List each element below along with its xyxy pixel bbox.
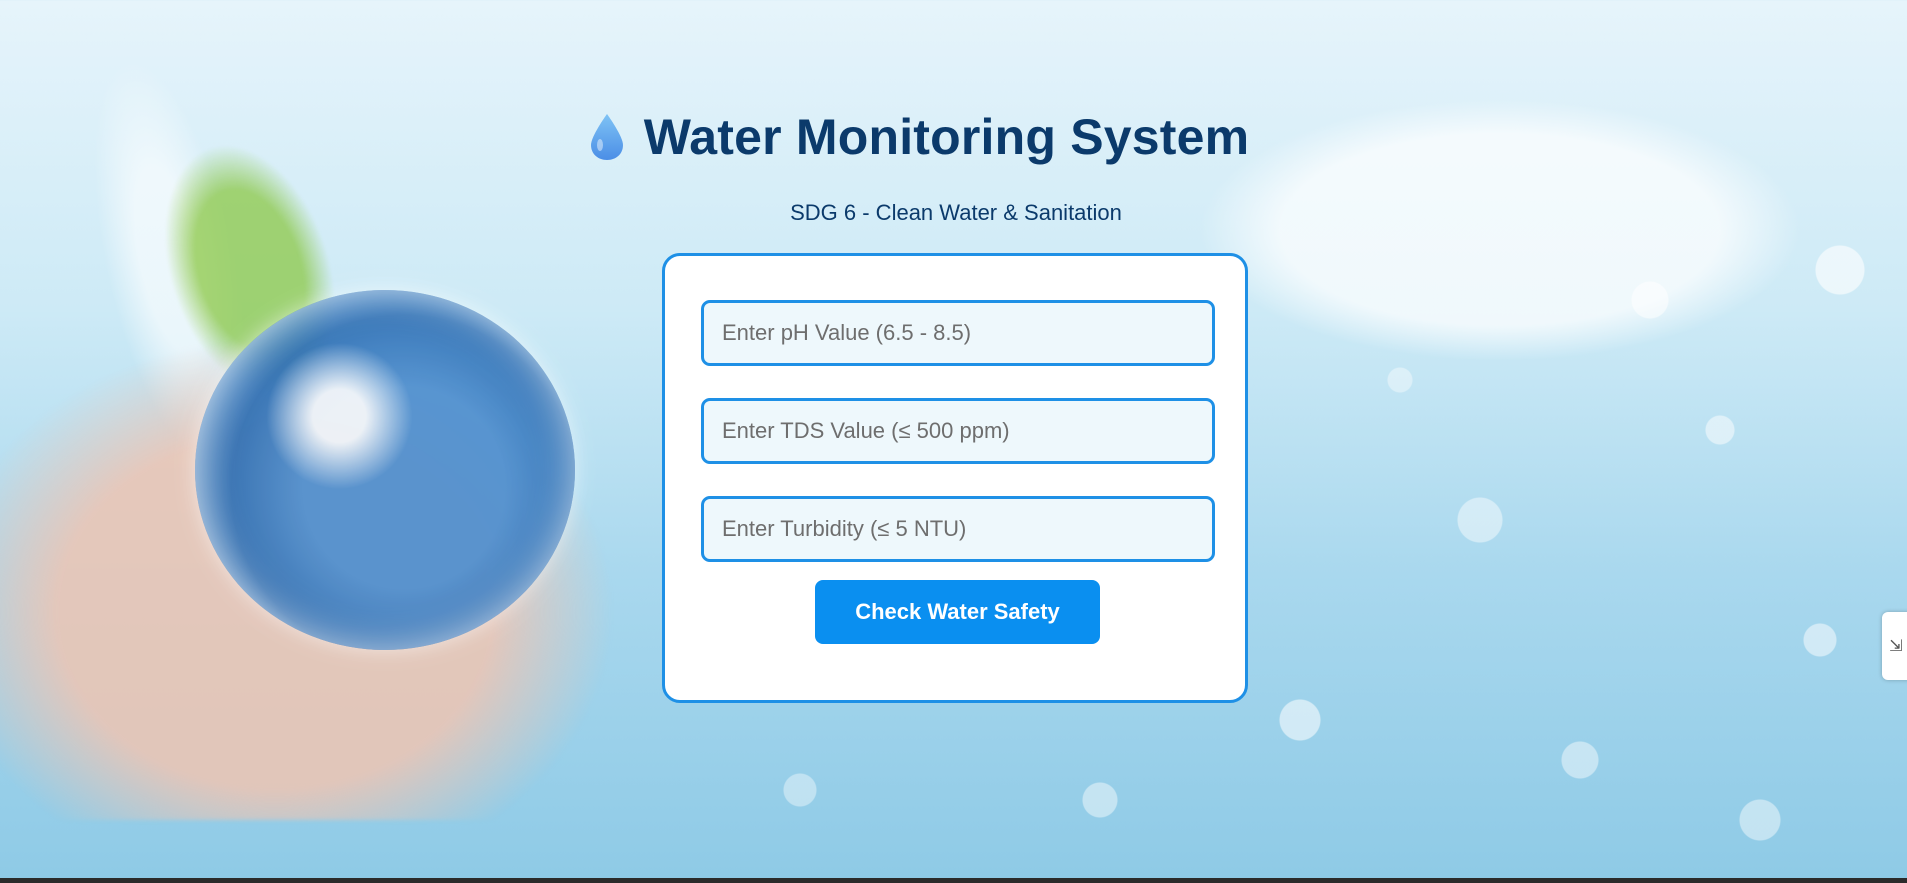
water-check-form: Check Water Safety <box>662 253 1248 703</box>
page-title: Water Monitoring System <box>643 109 1250 165</box>
page-subtitle: SDG 6 - Clean Water & Sanitation <box>790 200 1122 225</box>
side-panel-handle-icon: ⇲ <box>1889 638 1903 655</box>
background-globe <box>195 290 575 650</box>
side-panel-handle[interactable]: ⇲ <box>1882 612 1907 680</box>
ph-value-input[interactable] <box>701 300 1215 366</box>
bottom-edge-bar <box>0 878 1907 883</box>
water-drop-icon <box>588 112 626 162</box>
check-water-safety-button[interactable]: Check Water Safety <box>815 580 1100 644</box>
title-group: Water Monitoring System <box>588 108 1250 166</box>
page-header: Water Monitoring System <box>0 108 1907 166</box>
tds-value-input[interactable] <box>701 398 1215 464</box>
turbidity-input[interactable] <box>701 496 1215 562</box>
